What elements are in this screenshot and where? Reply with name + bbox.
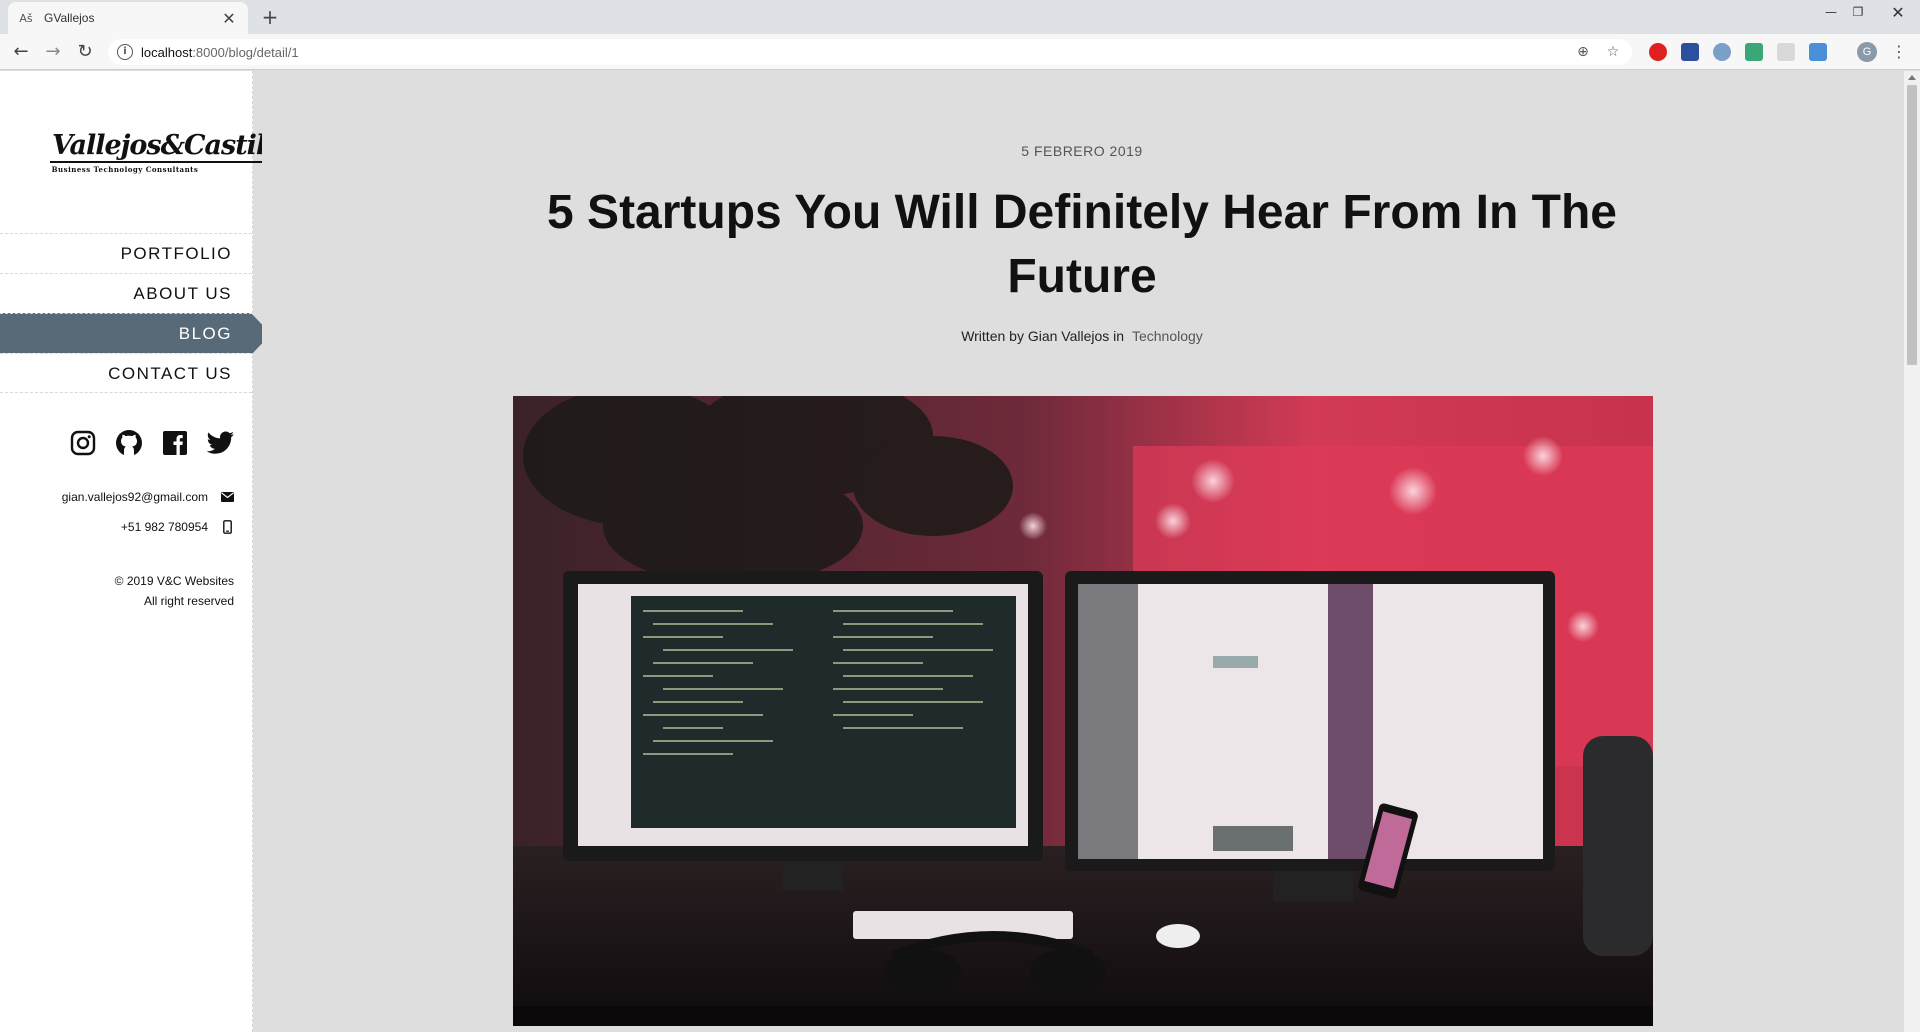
post-hero-image — [513, 396, 1653, 1026]
email-contact[interactable]: gian.vallejos92@gmail.com — [62, 490, 234, 504]
social-links — [68, 428, 236, 458]
facebook-icon[interactable] — [160, 428, 190, 458]
blog-post: 5 FEBRERO 2019 5 Startups You Will Defin… — [262, 71, 1904, 1032]
phone-contact[interactable]: +51 982 780954 — [121, 520, 234, 534]
browser-toolbar: ← → ↻ i localhost:8000/blog/detail/1 ⊕ ☆… — [0, 34, 1920, 70]
post-date: 5 FEBRERO 2019 — [1021, 143, 1143, 159]
tab-title: GVallejos — [44, 11, 95, 25]
profile-avatar[interactable]: G — [1857, 42, 1877, 62]
nav-item-portfolio[interactable]: PORTFOLIO — [0, 233, 252, 273]
instagram-icon[interactable] — [68, 428, 98, 458]
browser-tab[interactable]: Aš GVallejos ✕ — [8, 2, 248, 34]
translate-icon[interactable]: ⊕ — [1574, 43, 1592, 61]
browser-menu-icon[interactable]: ⋮ — [1889, 42, 1909, 62]
bookmark-extension-icon[interactable] — [1681, 43, 1699, 61]
post-byline: Written by Gian Vallejos in Technology — [262, 328, 1902, 344]
mobile-phone-icon — [220, 520, 234, 534]
category-link[interactable]: Technology — [1132, 328, 1203, 344]
email-text: gian.vallejos92@gmail.com — [61, 490, 208, 504]
url-host: localhost — [141, 44, 193, 60]
site-info-icon[interactable]: i — [117, 44, 133, 60]
extension-icon[interactable] — [1809, 43, 1827, 61]
twitter-icon[interactable] — [206, 428, 236, 458]
logo-wordmark: Vallejos&Castillo — [50, 130, 294, 163]
page-scrollbar[interactable] — [1904, 71, 1920, 1032]
copyright: © 2019 V&C Websites All right reserved — [115, 571, 234, 611]
sidebar: Vallejos&Castillo Business Technology Co… — [0, 71, 294, 1032]
back-arrow-icon[interactable]: ← — [9, 40, 33, 64]
envelope-icon — [220, 490, 234, 504]
extension-icon[interactable] — [1777, 43, 1795, 61]
post-title: 5 Startups You Will Definitely Hear From… — [547, 186, 1617, 303]
main-nav: PORTFOLIO ABOUT US BLOG CONTACT US — [0, 233, 271, 393]
opera-extension-icon[interactable] — [1649, 43, 1667, 61]
window-close-button[interactable]: ✕ — [1876, 0, 1920, 24]
browser-tab-strip: Aš GVallejos ✕ + — ❐ ✕ — [0, 0, 1920, 34]
extension-icon[interactable] — [1713, 43, 1731, 61]
tab-close-icon[interactable]: ✕ — [220, 9, 238, 28]
nav-item-about-us[interactable]: ABOUT US — [0, 273, 252, 313]
vue-devtools-icon[interactable] — [1745, 43, 1763, 61]
forward-arrow-icon[interactable]: → — [41, 40, 65, 64]
nav-item-contact-us[interactable]: CONTACT US — [0, 353, 252, 393]
bookmark-star-icon[interactable]: ☆ — [1604, 43, 1622, 61]
nav-item-blog[interactable]: BLOG — [0, 313, 271, 354]
site-logo[interactable]: Vallejos&Castillo Business Technology Co… — [50, 131, 294, 174]
github-icon[interactable] — [114, 428, 144, 458]
copyright-line: © 2019 V&C Websites — [114, 574, 234, 588]
scrollbar-thumb[interactable] — [1907, 85, 1917, 365]
url-path: :8000/blog/detail/1 — [192, 44, 299, 60]
reload-icon[interactable]: ↻ — [73, 40, 97, 64]
rights-line: All right reserved — [143, 594, 234, 608]
url-text[interactable]: localhost:8000/blog/detail/1 — [141, 45, 299, 60]
logo-tagline: Business Technology Consultants — [51, 165, 199, 174]
tab-favicon: Aš — [19, 11, 33, 25]
scroll-up-arrow-icon[interactable] — [1908, 75, 1916, 80]
byline-text: Written by Gian Vallejos in — [961, 328, 1125, 344]
phone-text: +51 982 780954 — [120, 520, 208, 534]
new-tab-button[interactable]: + — [258, 6, 282, 30]
window-restore-button[interactable]: ❐ — [1840, 0, 1876, 24]
address-bar[interactable]: i localhost:8000/blog/detail/1 ⊕ ☆ — [108, 39, 1632, 65]
